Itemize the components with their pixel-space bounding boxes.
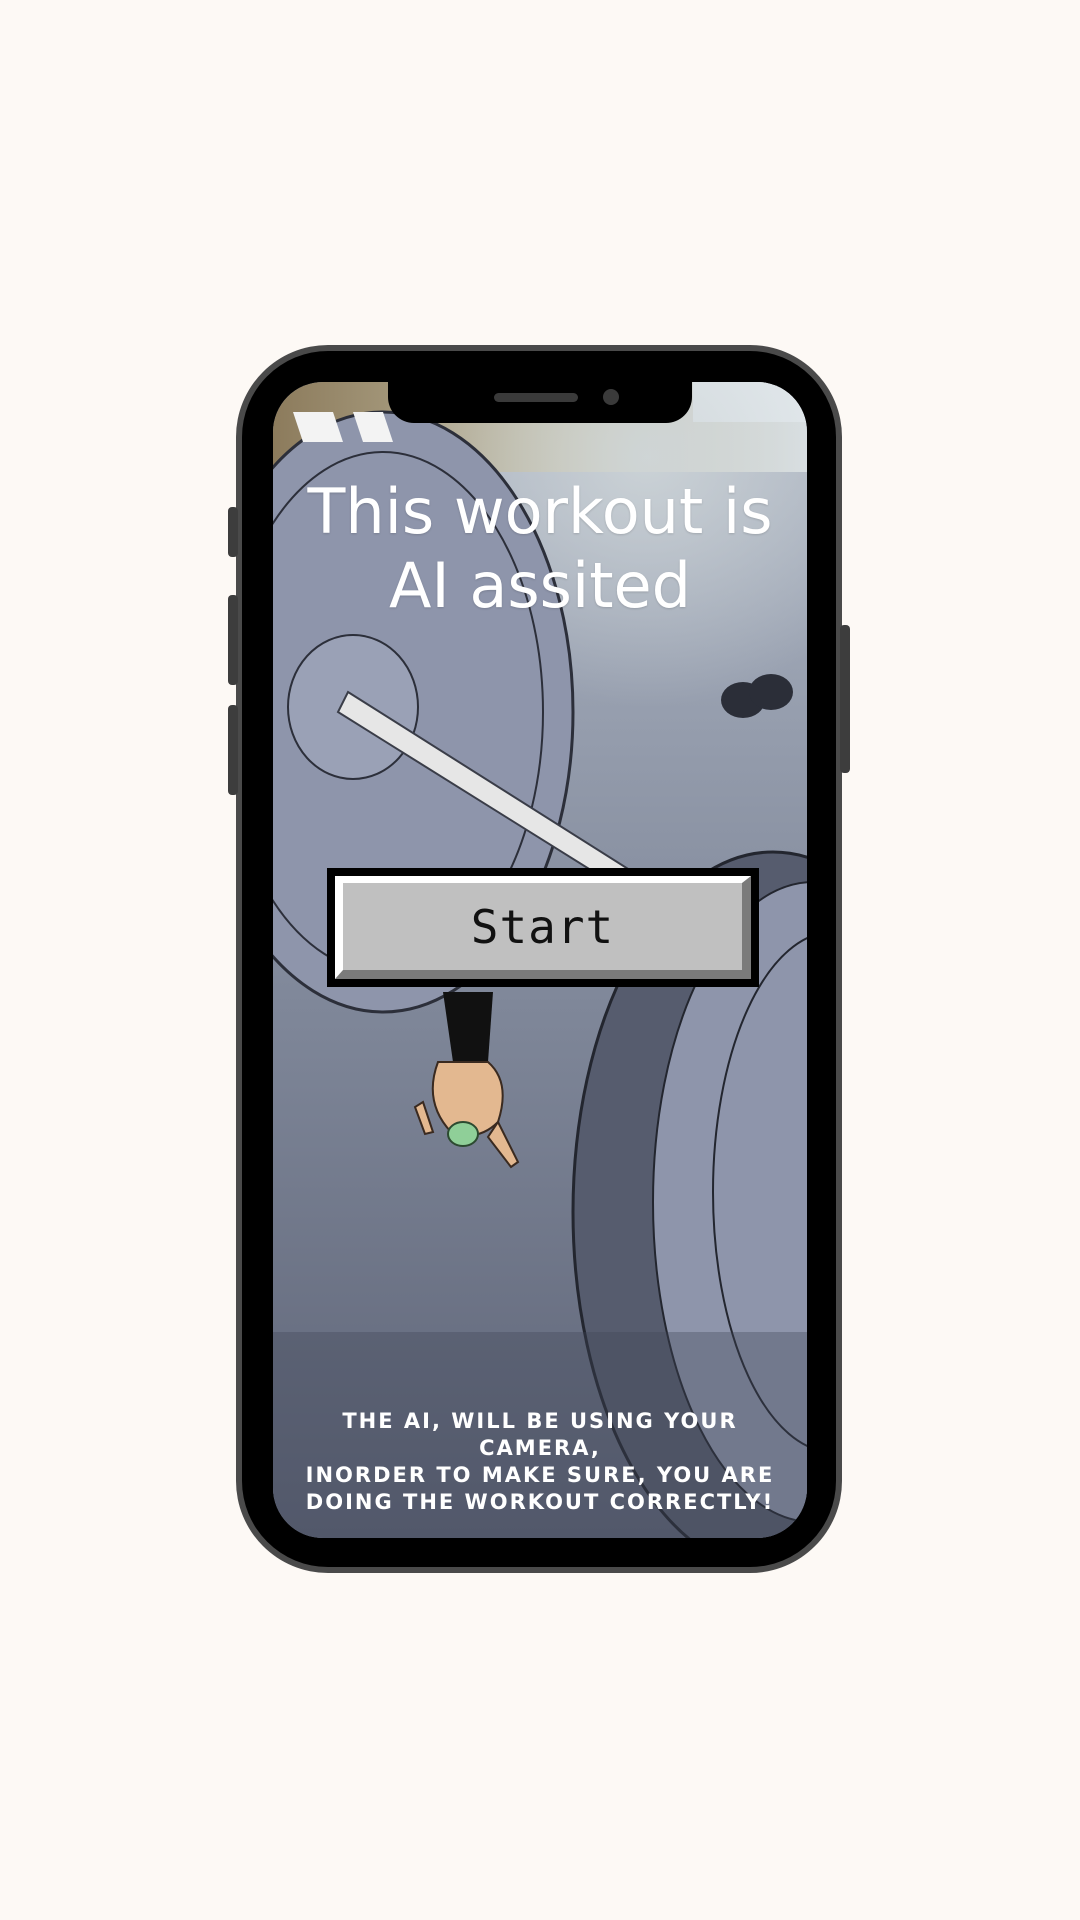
page-title: This workout is AI assited xyxy=(273,475,807,623)
camera-notice-line-1: THE AI, WILL BE USING YOUR CAMERA, xyxy=(342,1409,738,1460)
silent-switch xyxy=(228,507,238,557)
page-canvas: This workout is AI assited Start THE AI,… xyxy=(0,0,1080,1920)
title-line-1: This workout is xyxy=(307,475,773,548)
camera-notice-line-3: DOING THE WORKOUT CORRECTLY! xyxy=(305,1490,775,1514)
volume-down-button xyxy=(228,705,238,795)
start-button-label: Start xyxy=(470,899,615,954)
start-button[interactable]: Start xyxy=(327,868,759,987)
camera-notice: THE AI, WILL BE USING YOUR CAMERA, INORD… xyxy=(283,1408,797,1516)
front-camera xyxy=(603,389,619,405)
volume-up-button xyxy=(228,595,238,685)
title-line-2: AI assited xyxy=(388,549,692,622)
power-button xyxy=(840,625,850,773)
dumbbell-end xyxy=(749,674,793,710)
start-button-face[interactable]: Start xyxy=(335,876,751,979)
speaker-grille xyxy=(494,393,578,402)
camera-notice-line-2: INORDER TO MAKE SURE, YOU ARE xyxy=(305,1463,775,1487)
character-head xyxy=(447,1121,479,1147)
